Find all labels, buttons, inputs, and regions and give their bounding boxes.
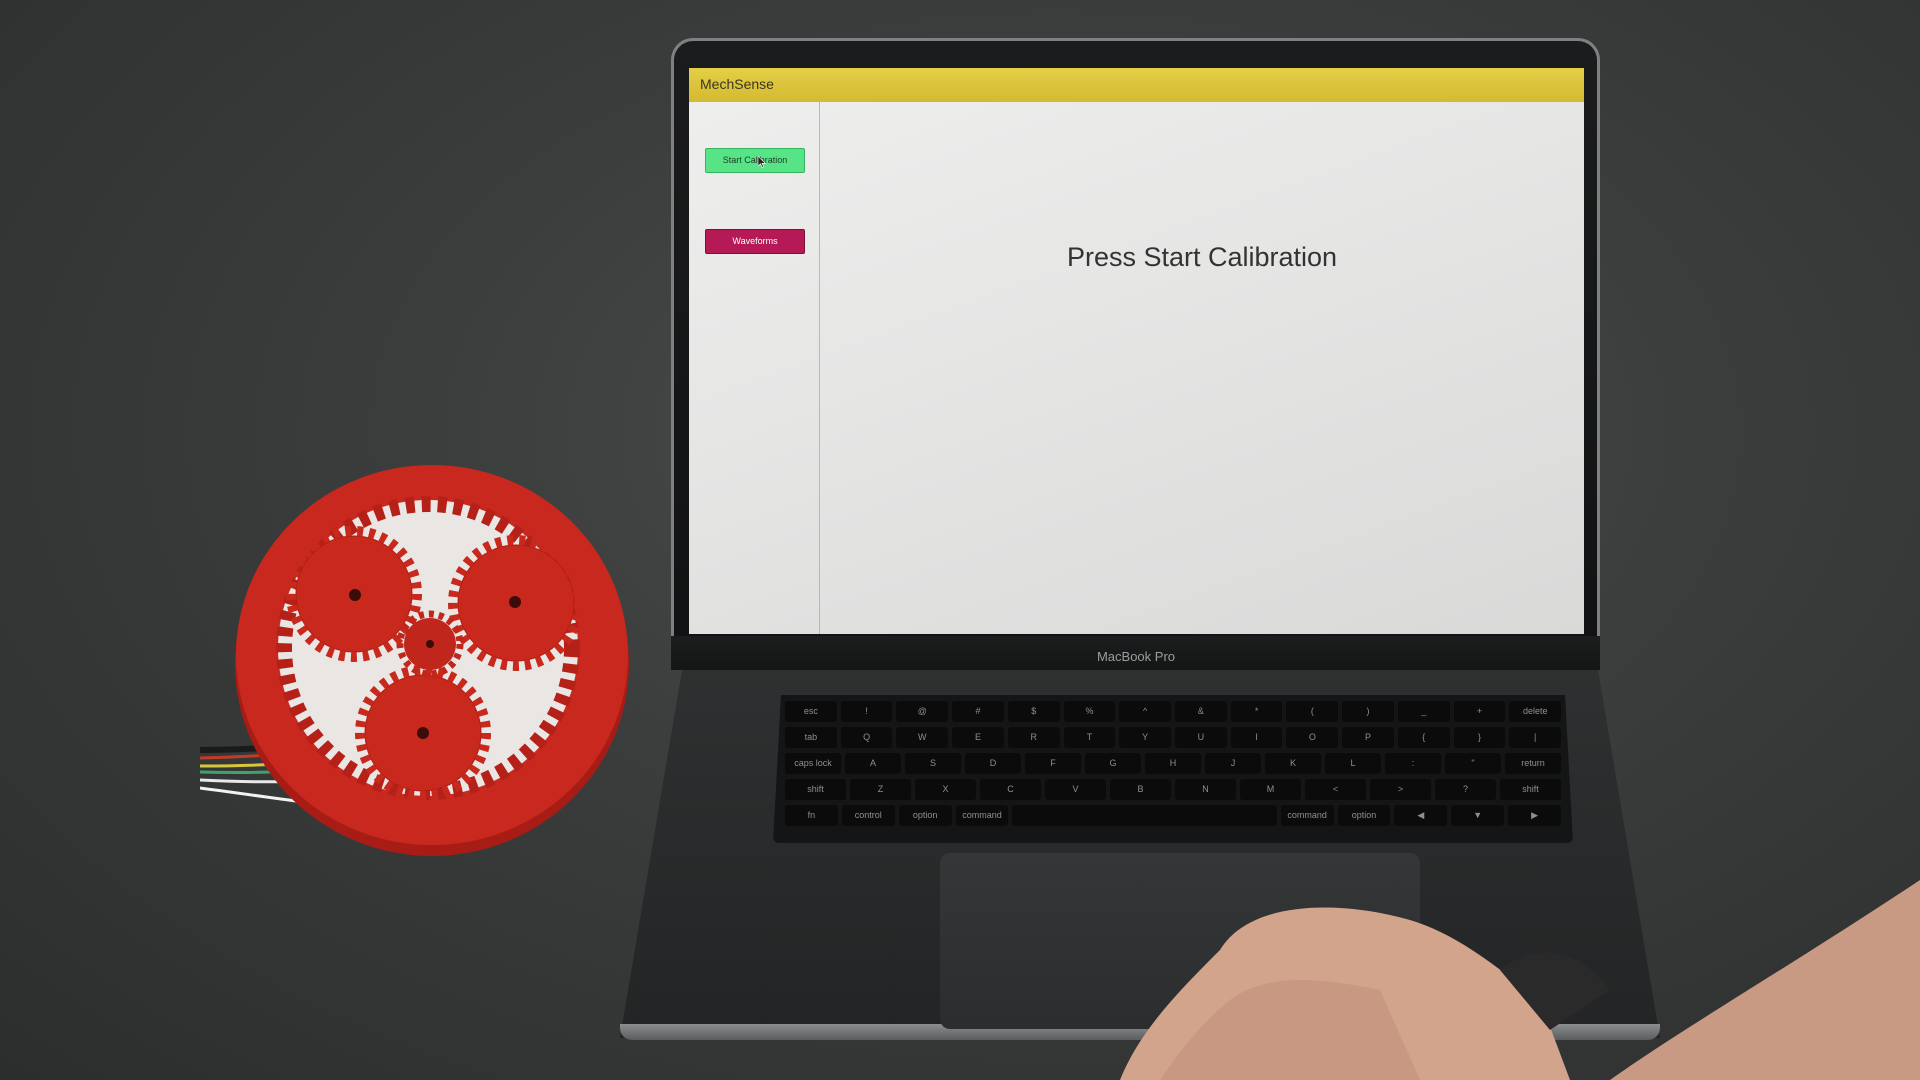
key: S bbox=[905, 753, 961, 774]
key: delete bbox=[1509, 701, 1562, 722]
key: M bbox=[1240, 779, 1301, 800]
keyboard: esc ! @ # $ % ^ & * ( ) _ + delete tab Q… bbox=[773, 695, 1573, 843]
key: control bbox=[841, 805, 895, 826]
waveforms-button[interactable]: Waveforms bbox=[705, 229, 805, 254]
keyboard-row: tab Q W E R T Y U I O P { } | bbox=[783, 727, 1563, 748]
key: $ bbox=[1007, 701, 1060, 722]
key: caps lock bbox=[785, 753, 841, 774]
key: ▶ bbox=[1508, 805, 1562, 826]
key: * bbox=[1230, 701, 1283, 722]
key: & bbox=[1175, 701, 1227, 722]
key: command bbox=[1280, 805, 1334, 826]
key: | bbox=[1509, 727, 1562, 748]
start-calibration-button[interactable]: Start Calibration bbox=[705, 148, 805, 173]
key: { bbox=[1397, 727, 1450, 748]
key: T bbox=[1063, 727, 1116, 748]
key: Y bbox=[1119, 727, 1172, 748]
key: G bbox=[1085, 753, 1141, 774]
keyboard-row: shift Z X C V B N M < > ? shift bbox=[783, 779, 1563, 800]
key: shift bbox=[785, 779, 846, 800]
key: ◀ bbox=[1394, 805, 1448, 826]
key: return bbox=[1505, 753, 1561, 774]
hand bbox=[1120, 880, 1920, 1080]
key: < bbox=[1305, 779, 1366, 800]
key: L bbox=[1325, 753, 1381, 774]
key: U bbox=[1175, 727, 1227, 748]
key: : bbox=[1385, 753, 1441, 774]
keyboard-row: fn control option command command option… bbox=[783, 805, 1563, 826]
key: Z bbox=[850, 779, 911, 800]
mouse-pointer-icon bbox=[758, 156, 766, 168]
key: B bbox=[1110, 779, 1171, 800]
key: I bbox=[1230, 727, 1283, 748]
key: F bbox=[1025, 753, 1081, 774]
key: A bbox=[845, 753, 901, 774]
key: ) bbox=[1342, 701, 1394, 722]
key: ▼ bbox=[1451, 805, 1505, 826]
key: W bbox=[896, 727, 949, 748]
key: shift bbox=[1500, 779, 1561, 800]
key: } bbox=[1453, 727, 1506, 748]
key: H bbox=[1145, 753, 1201, 774]
key: X bbox=[915, 779, 976, 800]
key: D bbox=[965, 753, 1021, 774]
key: N bbox=[1175, 779, 1236, 800]
key: % bbox=[1063, 701, 1116, 722]
key: command bbox=[955, 805, 1009, 826]
key: O bbox=[1286, 727, 1339, 748]
key: @ bbox=[896, 701, 949, 722]
app-title: MechSense bbox=[700, 76, 774, 92]
key: " bbox=[1445, 753, 1501, 774]
title-bar: MechSense bbox=[689, 68, 1584, 102]
key: ! bbox=[840, 701, 893, 722]
key: ? bbox=[1435, 779, 1496, 800]
app-window: MechSense Start Calibration Waveforms Pr… bbox=[689, 68, 1584, 634]
planetary-gear-device bbox=[200, 465, 629, 856]
key: J bbox=[1205, 753, 1261, 774]
key: # bbox=[952, 701, 1004, 722]
key: E bbox=[952, 727, 1004, 748]
key: Q bbox=[840, 727, 893, 748]
key: esc bbox=[785, 701, 837, 722]
key: fn bbox=[785, 805, 838, 826]
photo-scene: esc ! @ # $ % ^ & * ( ) _ + delete tab Q… bbox=[0, 0, 1920, 1080]
key: + bbox=[1453, 701, 1506, 722]
key: K bbox=[1265, 753, 1321, 774]
key: V bbox=[1045, 779, 1106, 800]
key: _ bbox=[1397, 701, 1450, 722]
spacebar bbox=[1012, 805, 1277, 826]
key: > bbox=[1370, 779, 1431, 800]
keyboard-row: esc ! @ # $ % ^ & * ( ) _ + delete bbox=[783, 701, 1563, 722]
keyboard-row: caps lock A S D F G H J K L : " return bbox=[783, 753, 1563, 774]
key: ( bbox=[1286, 701, 1339, 722]
key: option bbox=[1337, 805, 1391, 826]
laptop-brand-label: MacBook Pro bbox=[1096, 649, 1176, 664]
key: ^ bbox=[1119, 701, 1172, 722]
key: R bbox=[1007, 727, 1060, 748]
sidebar bbox=[689, 102, 820, 634]
key: tab bbox=[785, 727, 837, 748]
key: P bbox=[1342, 727, 1394, 748]
key: option bbox=[898, 805, 952, 826]
status-message: Press Start Calibration bbox=[1066, 242, 1338, 272]
key: C bbox=[980, 779, 1041, 800]
